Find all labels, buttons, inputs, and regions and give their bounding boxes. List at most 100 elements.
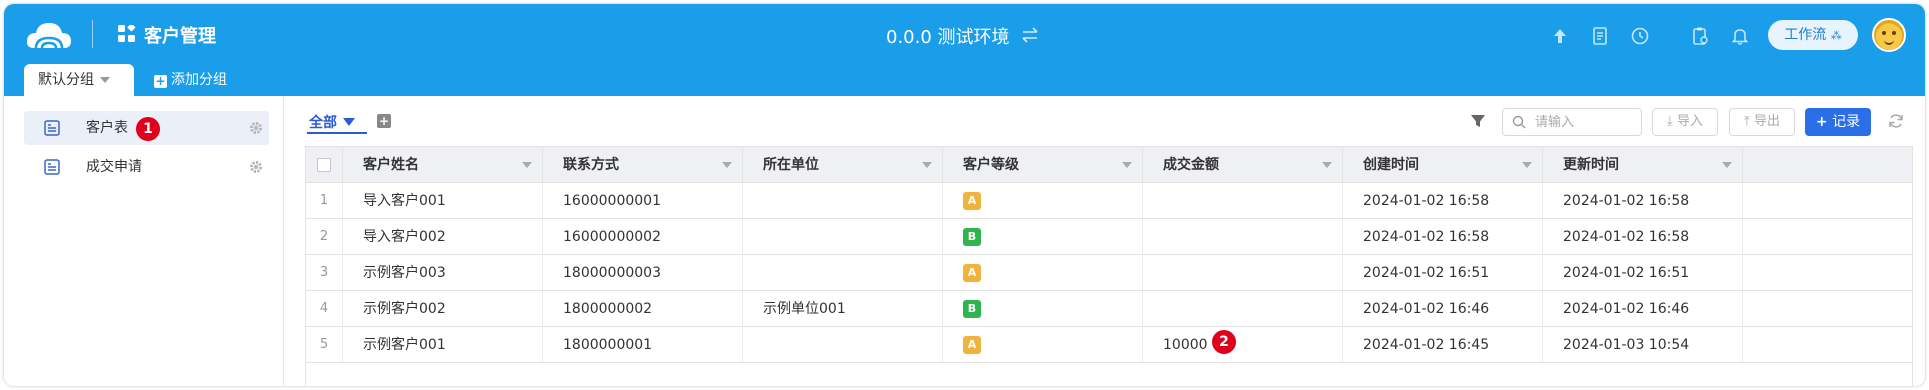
tab-default-group[interactable]: 默认分组 (24, 64, 134, 96)
cell-created[interactable]: 2024-01-02 16:51 (1343, 255, 1543, 291)
chevron-down-icon[interactable] (1722, 162, 1732, 168)
column-header-level[interactable]: 客户等级 (943, 147, 1143, 183)
chevron-down-icon[interactable] (1122, 162, 1132, 168)
search-box[interactable] (1502, 108, 1642, 136)
import-icon: ⤓ (1667, 114, 1673, 129)
document-icon[interactable] (1590, 26, 1610, 46)
cell-value: 2024-01-02 16:58 (1363, 229, 1490, 245)
cell-company[interactable] (743, 255, 943, 291)
gear-icon[interactable] (249, 121, 263, 135)
table-row[interactable]: 3 示例客户003 18000000003 A 2024-01-02 16:51 2024… (306, 255, 1912, 291)
plus-icon: + (1815, 114, 1828, 130)
cell-value: 18000000003 (563, 265, 661, 281)
active-view-underline (307, 132, 367, 134)
row-number: 1 (306, 183, 343, 219)
cell-company[interactable] (743, 219, 943, 255)
clipboard-settings-icon[interactable] (1690, 26, 1710, 46)
cell-created[interactable]: 2024-01-02 16:58 (1343, 219, 1543, 255)
column-header-company[interactable]: 所在单位 (743, 147, 943, 183)
swap-arrows-icon[interactable] (1020, 26, 1040, 44)
filter-icon[interactable] (1470, 113, 1486, 129)
cell-company[interactable] (743, 183, 943, 219)
cell-amount[interactable] (1143, 219, 1343, 255)
cell-level[interactable]: B (943, 291, 1143, 327)
cell-contact[interactable]: 16000000002 (543, 219, 743, 255)
cell-level[interactable]: A (943, 327, 1143, 363)
environment-title[interactable]: 0.0.0 测试环境 (886, 23, 1010, 49)
cell-name[interactable]: 导入客户002 (343, 219, 543, 255)
cell-value: 示例客户003 (363, 265, 446, 281)
workflow-button[interactable]: 工作流 ⁂ (1768, 20, 1858, 50)
cell-updated[interactable]: 2024-01-02 16:46 (1543, 291, 1743, 327)
cell-amount[interactable] (1143, 183, 1343, 219)
cell-name[interactable]: 示例客户003 (343, 255, 543, 291)
level-tag: A (963, 264, 981, 282)
chevron-down-icon[interactable] (100, 77, 110, 83)
cell-value: 2024-01-02 16:46 (1563, 301, 1690, 317)
cell-company[interactable]: 示例单位001 (743, 291, 943, 327)
column-header-created[interactable]: 创建时间 (1343, 147, 1543, 183)
column-header-updated[interactable]: 更新时间 (1543, 147, 1743, 183)
view-tab-label: 全部 (309, 115, 337, 131)
chevron-down-icon[interactable] (522, 162, 532, 168)
cell-level[interactable]: B (943, 219, 1143, 255)
cell-name[interactable]: 示例客户002 (343, 291, 543, 327)
cell-name[interactable]: 导入客户001 (343, 183, 543, 219)
cell-level[interactable]: A (943, 255, 1143, 291)
cell-updated[interactable]: 2024-01-02 16:51 (1543, 255, 1743, 291)
select-all-checkbox[interactable] (317, 158, 331, 172)
bell-icon[interactable] (1730, 26, 1750, 46)
cloud-logo-icon[interactable] (24, 18, 74, 54)
level-tag: B (963, 300, 981, 318)
table-row[interactable]: 4 示例客户002 1800000002 示例单位001 B 2024-01-02 16:… (306, 291, 1912, 327)
cell-contact[interactable]: 1800000002 (543, 291, 743, 327)
cell-updated[interactable]: 2024-01-02 16:58 (1543, 183, 1743, 219)
search-icon (1512, 115, 1526, 129)
import-button[interactable]: ⤓ 导入 (1652, 108, 1718, 136)
cell-contact[interactable]: 18000000003 (543, 255, 743, 291)
chevron-down-icon[interactable] (722, 162, 732, 168)
refresh-icon[interactable] (1888, 113, 1904, 129)
workflow-label: 工作流 (1784, 27, 1827, 43)
chevron-down-icon[interactable] (1522, 162, 1532, 168)
cell-updated[interactable]: 2024-01-02 16:58 (1543, 219, 1743, 255)
caret-down-icon[interactable] (343, 118, 355, 126)
export-button[interactable]: ⤒ 导出 (1729, 108, 1795, 136)
upload-arrow-icon[interactable] (1550, 26, 1570, 46)
column-header-amount[interactable]: 成交金额 (1143, 147, 1343, 183)
add-view-icon[interactable]: + (377, 114, 391, 128)
cell-created[interactable]: 2024-01-02 16:45 (1343, 327, 1543, 363)
clock-icon[interactable] (1630, 26, 1650, 46)
add-record-label: 记录 (1832, 114, 1861, 130)
sidebar-item-deal-request[interactable]: 成交申请 (24, 150, 269, 184)
cell-level[interactable]: A (943, 183, 1143, 219)
cell-created[interactable]: 2024-01-02 16:46 (1343, 291, 1543, 327)
user-avatar[interactable] (1872, 18, 1906, 52)
cell-amount[interactable] (1143, 291, 1343, 327)
chevron-down-icon[interactable] (922, 162, 932, 168)
table-row[interactable]: 2 导入客户002 16000000002 B 2024-01-02 16:58 2024… (306, 219, 1912, 255)
cell-created[interactable]: 2024-01-02 16:58 (1343, 183, 1543, 219)
cell-updated[interactable]: 2024-01-03 10:54 (1543, 327, 1743, 363)
column-header-contact[interactable]: 联系方式 (543, 147, 743, 183)
cell-amount[interactable]: 10000 (1143, 327, 1343, 363)
search-input[interactable] (1535, 113, 1635, 131)
cell-company[interactable] (743, 327, 943, 363)
add-record-button[interactable]: + 记录 (1805, 108, 1871, 136)
add-group-label: 添加分组 (171, 72, 227, 88)
cell-name[interactable]: 示例客户001 (343, 327, 543, 363)
cell-contact[interactable]: 1800000001 (543, 327, 743, 363)
add-group-button[interactable]: + 添加分组 (154, 64, 227, 96)
table-row[interactable]: 5 示例客户001 1800000001 A 10000 2024-01-02 16:45… (306, 327, 1912, 363)
cell-value: 示例客户001 (363, 337, 446, 353)
cell-contact[interactable]: 16000000001 (543, 183, 743, 219)
view-tab-all[interactable]: 全部 (309, 112, 355, 132)
import-label: 导入 (1676, 114, 1703, 129)
gear-icon[interactable] (249, 160, 263, 174)
column-header-name[interactable]: 客户姓名 (343, 147, 543, 183)
plus-square-icon: + (154, 74, 167, 88)
cell-amount[interactable] (1143, 255, 1343, 291)
app-title[interactable]: 客户管理 (144, 22, 216, 48)
chevron-down-icon[interactable] (1322, 162, 1332, 168)
table-row[interactable]: 1 导入客户001 16000000001 A 2024-01-02 16:58 2024… (306, 183, 1912, 219)
